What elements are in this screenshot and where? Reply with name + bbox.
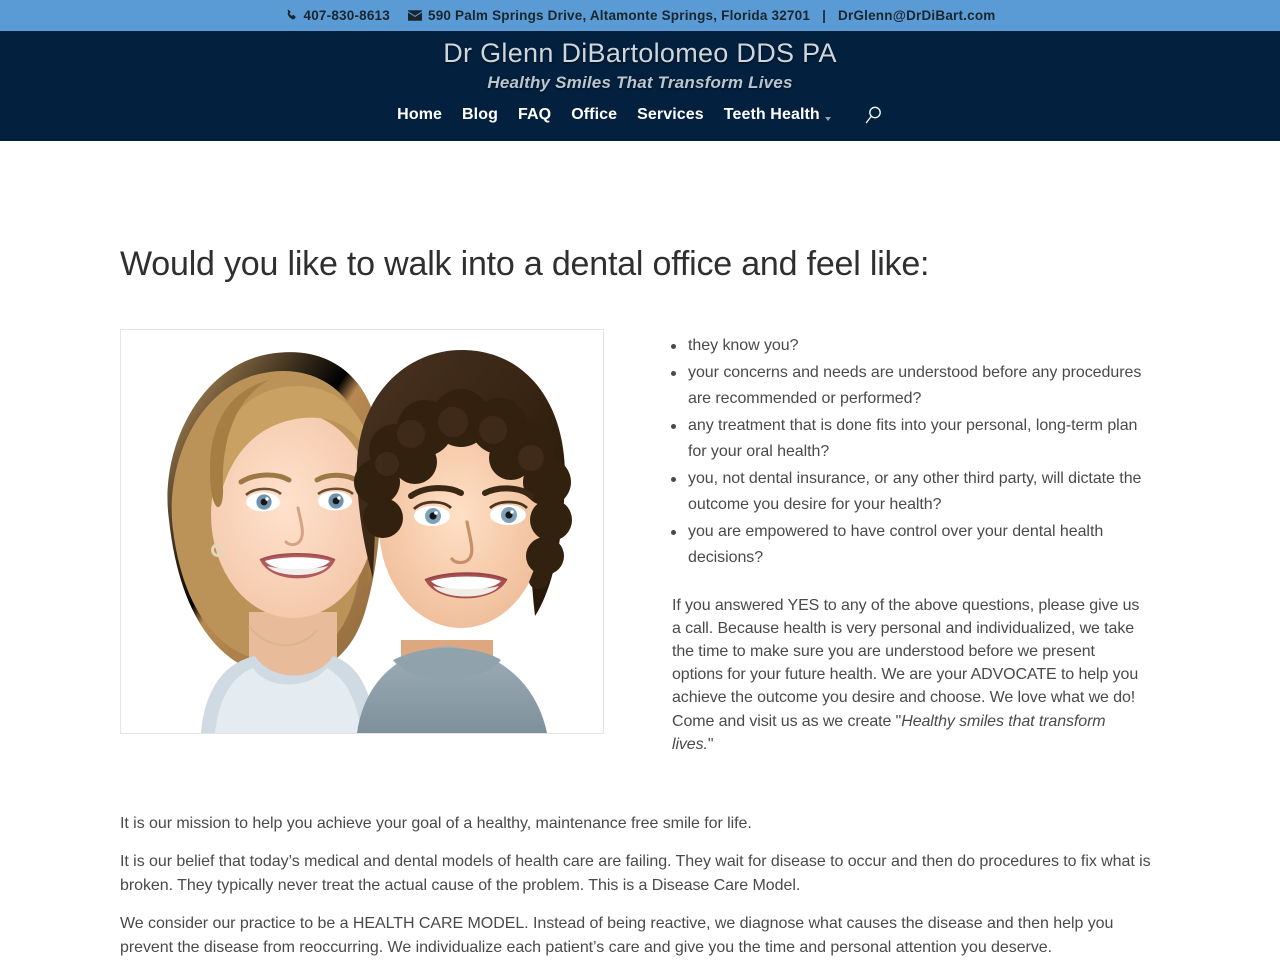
nav-item-teeth-health[interactable]: Teeth Health [714, 102, 841, 128]
nav-item-faq[interactable]: FAQ [508, 102, 561, 128]
phone-icon [285, 9, 298, 22]
nav-label: Office [571, 106, 618, 123]
nav-item-office[interactable]: Office [561, 102, 627, 128]
list-item: your concerns and needs are understood b… [660, 360, 1160, 413]
site-logo[interactable]: Dr Glenn DiBartolomeo DDS PA Healthy Smi… [443, 36, 837, 95]
callout-tail: " [707, 735, 714, 753]
copy-column: they know you? your concerns and needs a… [620, 329, 1160, 756]
list-item: you are empowered to have control over y… [660, 519, 1160, 572]
logo-practice-name: Dr Glenn DiBartolomeo DDS PA [443, 38, 837, 68]
email-link[interactable]: DrGlenn@DrDiBart.com [838, 8, 995, 23]
list-item: you, not dental insurance, or any other … [660, 466, 1160, 519]
nav-label: Teeth Health [723, 106, 820, 123]
nav-label: FAQ [517, 106, 552, 123]
callout-paragraph: If you answered YES to any of the above … [660, 594, 1150, 756]
search-icon[interactable] [863, 105, 883, 126]
nav-item-home[interactable]: Home [397, 102, 452, 128]
list-item: they know you? [660, 333, 1160, 360]
nav-label: Services [637, 106, 704, 123]
paragraph-health-care-model: We consider our practice to be a HEALTH … [120, 915, 1114, 956]
callout-text: If you answered YES to any of the above … [672, 596, 1140, 730]
phone-contact[interactable]: 407-830-8613 [285, 8, 390, 23]
contact-separator: | [822, 8, 827, 23]
benefits-list: they know you? your concerns and needs a… [660, 333, 1160, 572]
mission-copy: It is our mission to help you achieve yo… [120, 812, 1160, 960]
primary-navigation: Home Blog FAQ Office Services Teeth Heal… [397, 102, 883, 128]
nav-label: Home [397, 106, 443, 123]
nav-label: Blog [462, 106, 498, 123]
site-header: Dr Glenn DiBartolomeo DDS PA Healthy Smi… [0, 31, 1280, 141]
top-contact-bar: 407-830-8613 590 Palm Springs Drive, Alt… [0, 0, 1280, 31]
paragraph-belief: It is our belief that today’s medical an… [120, 853, 1151, 894]
logo-tagline: Healthy Smiles That Transform Lives [487, 73, 793, 92]
address-email-contact: 590 Palm Springs Drive, Altamonte Spring… [407, 8, 996, 23]
nav-item-services[interactable]: Services [627, 102, 714, 128]
list-item: any treatment that is done fits into you… [660, 413, 1160, 466]
chevron-down-icon [824, 117, 831, 121]
smiling-couple-photo [120, 329, 604, 734]
two-column-section: they know you? your concerns and needs a… [120, 329, 1160, 756]
page-content: Would you like to walk into a dental off… [0, 141, 1280, 960]
page-title: Would you like to walk into a dental off… [120, 245, 930, 283]
paragraph-mission: It is our mission to help you achieve yo… [120, 814, 752, 832]
office-address: 590 Palm Springs Drive, Altamonte Spring… [427, 8, 811, 23]
photo-column [120, 329, 620, 756]
phone-number: 407-830-8613 [303, 8, 390, 23]
nav-item-blog[interactable]: Blog [452, 102, 508, 128]
envelope-icon [407, 10, 422, 21]
